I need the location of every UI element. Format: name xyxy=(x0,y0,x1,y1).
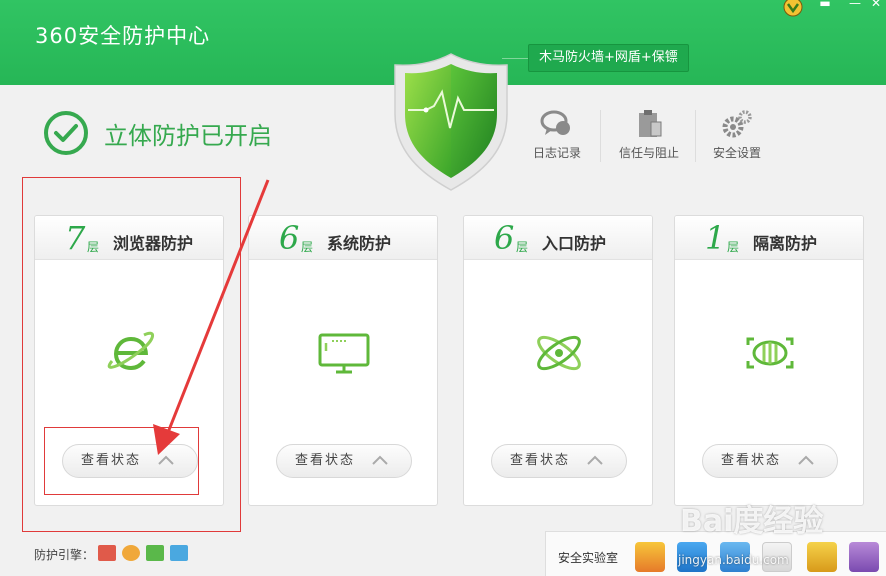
clipboard-icon xyxy=(639,110,662,137)
gear-icon xyxy=(722,110,752,138)
feature-tag: 木马防火墙+网盾+保镖 xyxy=(528,44,689,72)
mail-icon[interactable] xyxy=(170,545,188,561)
card-header: 6 层 系统防护 xyxy=(249,216,437,260)
trust-block-label: 信任与阻止 xyxy=(618,146,679,160)
user-icon[interactable] xyxy=(146,545,164,561)
isolation-icon xyxy=(746,337,794,369)
layer-count: 6 xyxy=(279,219,300,257)
annotation-box-button xyxy=(44,427,199,495)
card-title: 入口防护 xyxy=(542,234,607,253)
layer-unit: 层 xyxy=(516,240,529,254)
atom-icon xyxy=(537,335,581,371)
shield-icon[interactable] xyxy=(392,52,510,192)
app-title: 360安全防护中心 xyxy=(35,24,211,48)
check-circle-icon xyxy=(44,111,88,155)
view-status-button[interactable]: 查看状态 xyxy=(702,444,838,478)
log-record-label: 日志记录 xyxy=(532,146,581,160)
badge-icon[interactable] xyxy=(782,0,804,18)
watermark-sub: jingyan.baidu.com xyxy=(678,553,789,567)
chevron-up-icon xyxy=(587,455,603,465)
card-system-protection: 6 层 系统防护 查看状态 xyxy=(248,215,438,506)
app-icon[interactable] xyxy=(635,542,665,572)
security-settings-label: 安全设置 xyxy=(712,146,761,160)
card-entry-protection: 6 层 入口防护 查看状态 xyxy=(463,215,653,506)
trust-block-button[interactable]: 信任与阻止 xyxy=(609,108,689,161)
shredder-icon[interactable] xyxy=(849,542,879,572)
view-status-label: 查看状态 xyxy=(510,453,571,468)
security-lab-label[interactable]: 安全实验室 xyxy=(558,549,618,566)
chevron-up-icon xyxy=(798,455,814,465)
engine-label: 防护引擎： xyxy=(34,548,95,562)
view-status-label: 查看状态 xyxy=(721,453,782,468)
minimize-icon[interactable]: — xyxy=(845,0,865,10)
firewall-icon[interactable] xyxy=(98,545,116,561)
card-isolation-protection: 1 层 隔离防护 查看状态 xyxy=(674,215,864,506)
card-header: 1 层 隔离防护 xyxy=(675,216,863,260)
layer-unit: 层 xyxy=(727,240,740,254)
close-icon[interactable]: ✕ xyxy=(866,0,886,10)
layer-count: 6 xyxy=(494,219,515,257)
skin-icon[interactable]: ▬ xyxy=(815,0,835,10)
log-record-button[interactable]: 日志记录 xyxy=(517,108,597,161)
watermark: Bai度经验 xyxy=(680,504,824,539)
log-chat-icon xyxy=(540,110,570,135)
protection-status: 立体防护已开启 xyxy=(104,122,272,150)
view-status-label: 查看状态 xyxy=(295,453,356,468)
layer-count: 1 xyxy=(705,219,726,257)
security-settings-button[interactable]: 安全设置 xyxy=(697,108,777,161)
monitor-icon xyxy=(318,333,370,374)
card-header: 6 层 入口防护 xyxy=(464,216,652,260)
divider xyxy=(600,110,601,162)
layer-unit: 层 xyxy=(301,240,314,254)
view-status-button[interactable]: 查看状态 xyxy=(491,444,627,478)
globe-icon[interactable] xyxy=(122,545,140,561)
view-status-button[interactable]: 查看状态 xyxy=(276,444,412,478)
folder-icon[interactable] xyxy=(807,542,837,572)
card-title: 隔离防护 xyxy=(753,234,818,253)
divider xyxy=(695,110,696,162)
card-title: 系统防护 xyxy=(327,234,392,253)
chevron-up-icon xyxy=(372,455,388,465)
